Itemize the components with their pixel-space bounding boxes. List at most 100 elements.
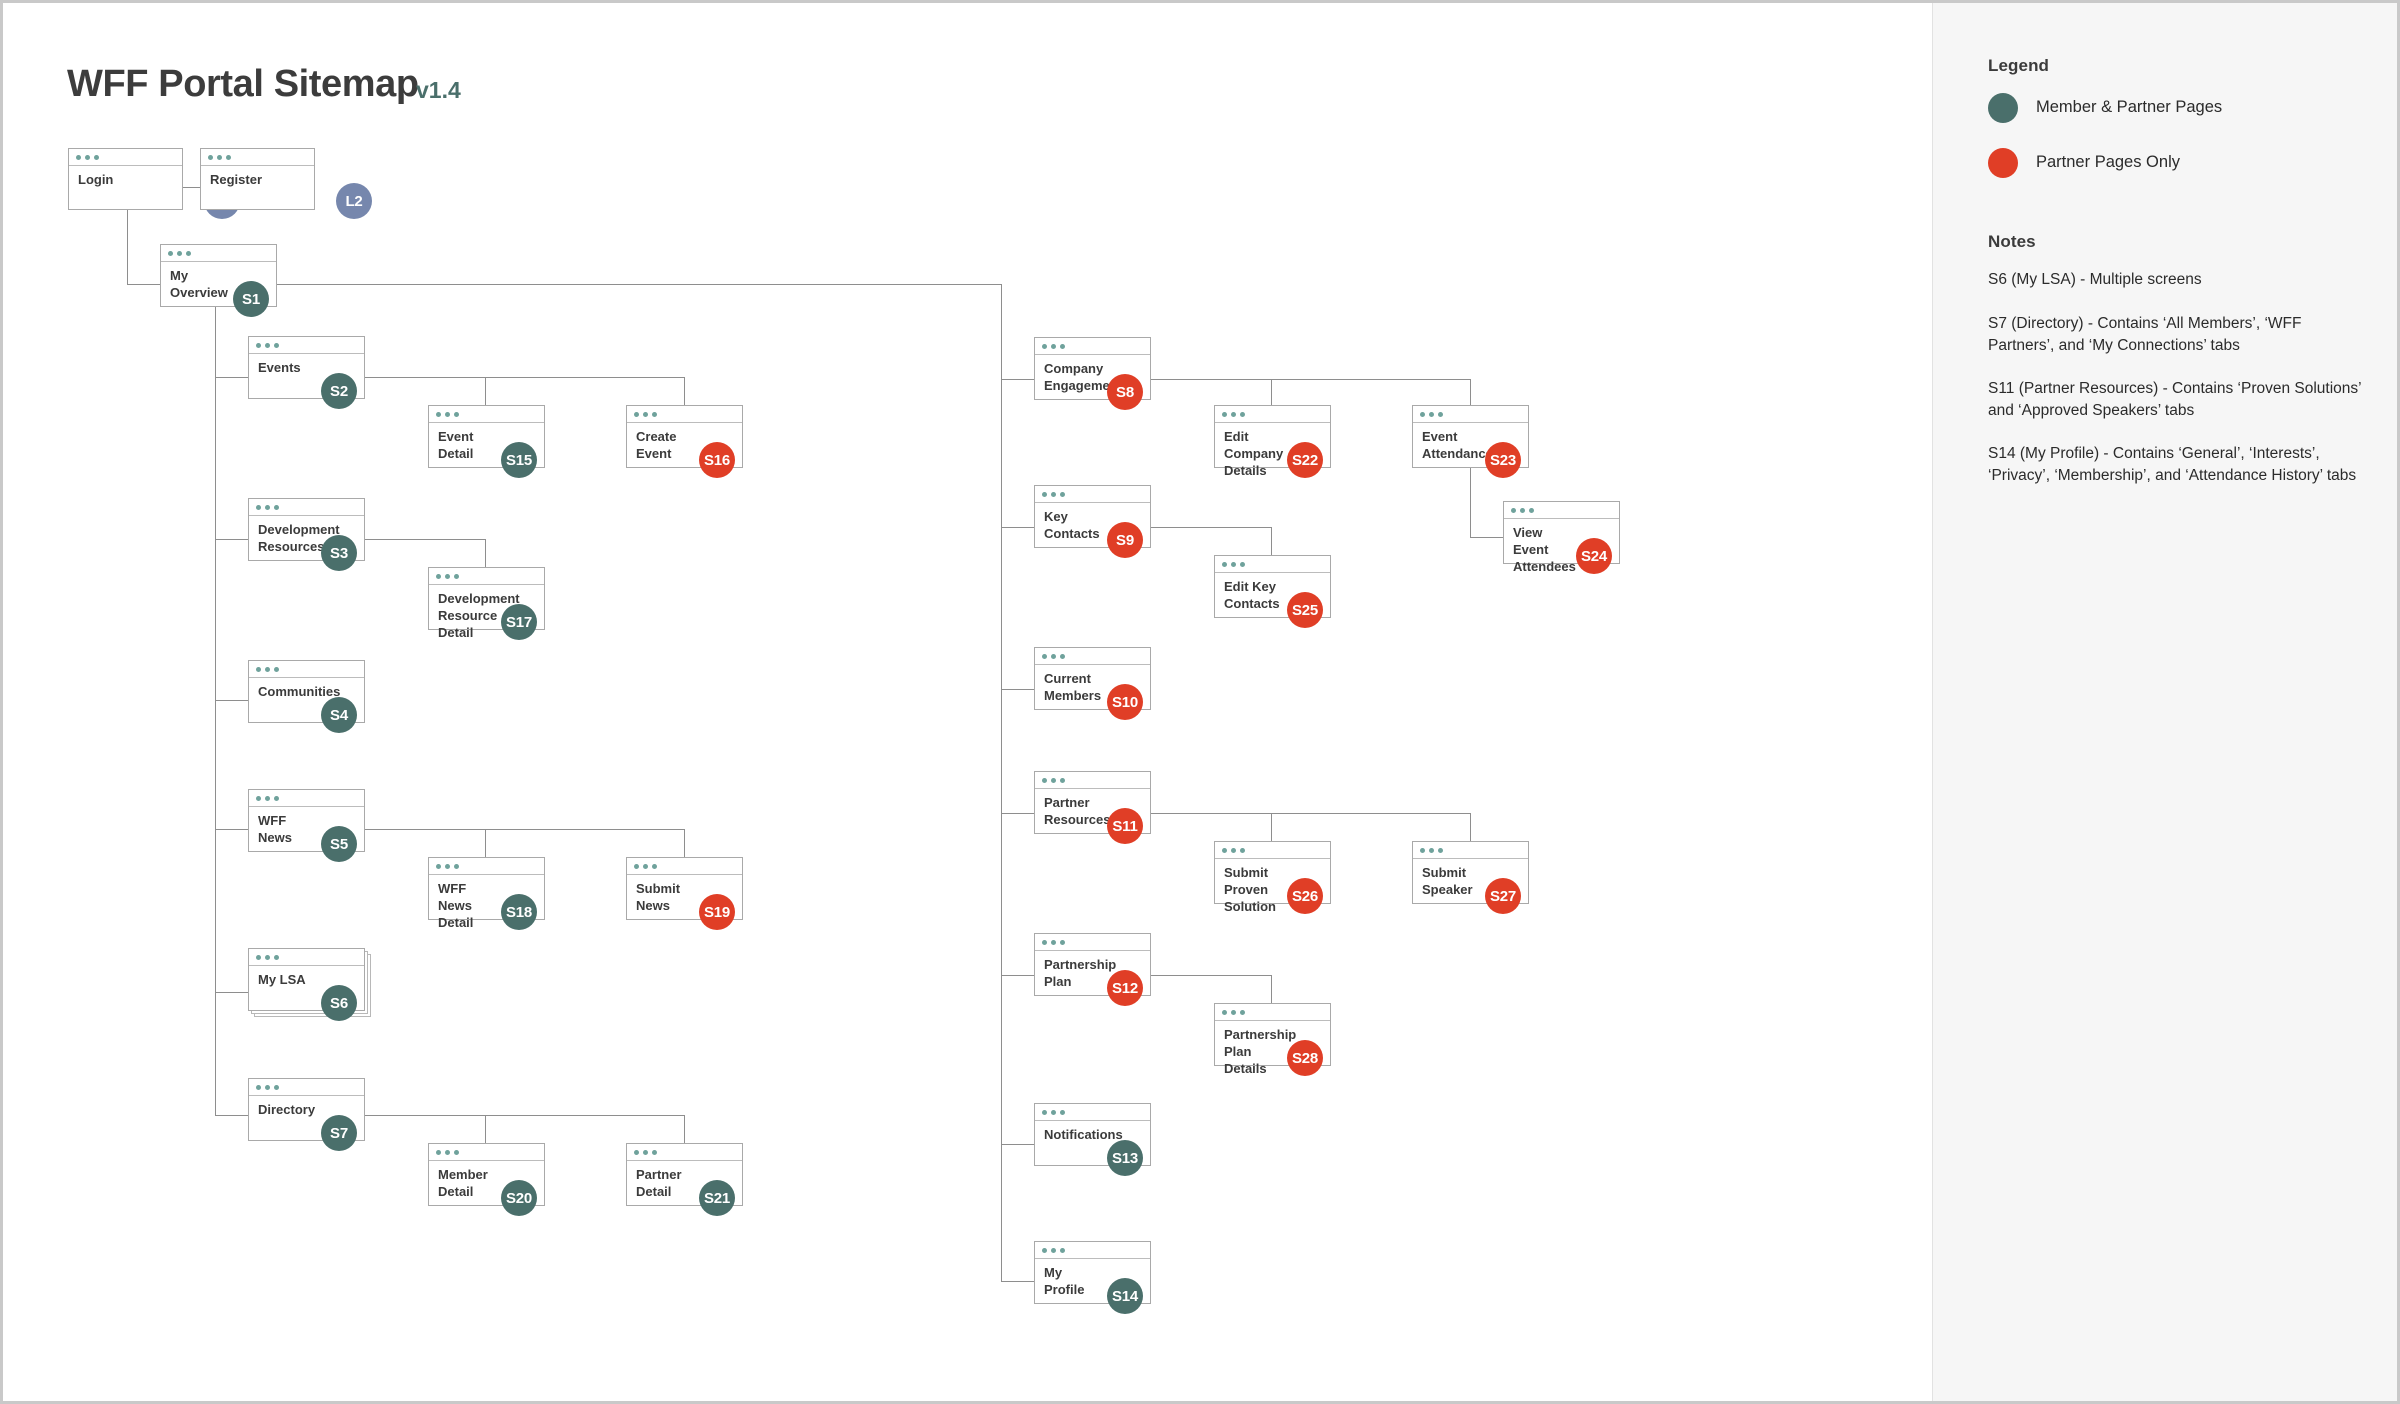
node-card-event-attendance[interactable]: Event Attendance S23 bbox=[1412, 405, 1529, 478]
node-badge: S5 bbox=[321, 826, 357, 862]
connector bbox=[1151, 975, 1272, 976]
node-badge: S22 bbox=[1287, 442, 1323, 478]
window-dots-icon bbox=[1042, 778, 1065, 783]
page-title: WFF Portal Sitemap bbox=[67, 63, 419, 105]
connector bbox=[215, 992, 248, 993]
node-badge: S24 bbox=[1576, 538, 1612, 574]
node-card-member-detail[interactable]: Member Detail S20 bbox=[428, 1143, 545, 1216]
node-card-development-resources[interactable]: Development Resources S3 bbox=[248, 498, 365, 571]
connector bbox=[277, 284, 1001, 285]
node-card-submit-news[interactable]: Submit News S19 bbox=[626, 857, 743, 930]
connector bbox=[1271, 379, 1272, 407]
card-titlebar bbox=[249, 661, 364, 678]
card-titlebar bbox=[1035, 1242, 1150, 1259]
node-card-communities[interactable]: Communities S4 bbox=[248, 660, 365, 733]
node-card-wff-news[interactable]: WFF News S5 bbox=[248, 789, 365, 862]
connector bbox=[215, 1115, 248, 1116]
node-label: WFF News bbox=[258, 813, 292, 846]
node-card-key-contacts[interactable]: Key Contacts S9 bbox=[1034, 485, 1151, 558]
node-card-directory[interactable]: Directory S7 bbox=[248, 1078, 365, 1151]
node-card-company-engagement[interactable]: Company Engagement S8 bbox=[1034, 337, 1151, 410]
node-badge: S28 bbox=[1287, 1040, 1323, 1076]
node-card-edit-key-contacts[interactable]: Edit Key Contacts S25 bbox=[1214, 555, 1331, 628]
card-titlebar bbox=[161, 245, 276, 262]
card-titlebar bbox=[1215, 1004, 1330, 1021]
node-badge: S16 bbox=[699, 442, 735, 478]
card-titlebar bbox=[1035, 486, 1150, 503]
card-titlebar bbox=[249, 337, 364, 354]
connector bbox=[1271, 975, 1272, 1003]
node-badge: S26 bbox=[1287, 878, 1323, 914]
node-label: Register bbox=[210, 172, 263, 187]
node-label: Partnership Plan bbox=[1044, 957, 1117, 990]
node-card-edit-company-details[interactable]: Edit Company Details S22 bbox=[1214, 405, 1331, 478]
node-badge: S6 bbox=[321, 985, 357, 1021]
connector bbox=[1151, 527, 1272, 528]
node-card-login[interactable]: Login L1 bbox=[68, 148, 240, 219]
card-titlebar bbox=[1035, 934, 1150, 951]
node-badge: S2 bbox=[321, 373, 357, 409]
node-card-partner-resources[interactable]: Partner Resources S11 bbox=[1034, 771, 1151, 844]
card-titlebar bbox=[627, 858, 742, 875]
window-dots-icon bbox=[436, 864, 459, 869]
node-badge: S10 bbox=[1107, 684, 1143, 720]
node-card-submit-speaker[interactable]: Submit Speaker S27 bbox=[1412, 841, 1529, 914]
card-titlebar bbox=[1035, 648, 1150, 665]
node-badge: S18 bbox=[501, 894, 537, 930]
node-card-wff-news-detail[interactable]: WFF News Detail S18 bbox=[428, 857, 545, 930]
node-card-my-overview[interactable]: My Overview S1 bbox=[160, 244, 277, 317]
node-card-partner-detail[interactable]: Partner Detail S21 bbox=[626, 1143, 743, 1216]
node-badge: S12 bbox=[1107, 970, 1143, 1006]
window-dots-icon bbox=[1420, 848, 1443, 853]
node-card-development-resource-detail[interactable]: Development Resource Detail S17 bbox=[428, 567, 545, 640]
node-card-events[interactable]: Events S2 bbox=[248, 336, 365, 409]
card-titlebar bbox=[429, 858, 544, 875]
node-card-current-members[interactable]: Current Members S10 bbox=[1034, 647, 1151, 720]
node-card-create-event[interactable]: Create Event S16 bbox=[626, 405, 743, 478]
red-dot-icon bbox=[1988, 148, 2018, 178]
node-label: Events bbox=[258, 360, 301, 375]
connector bbox=[1470, 379, 1471, 407]
connector bbox=[1001, 813, 1034, 814]
node-card-submit-proven-solution[interactable]: Submit Proven Solution S26 bbox=[1214, 841, 1331, 914]
connector bbox=[215, 377, 248, 378]
connector bbox=[183, 187, 200, 188]
window-dots-icon bbox=[436, 412, 459, 417]
node-card-register[interactable]: Register L2 bbox=[200, 148, 372, 219]
node-label: My Overview bbox=[170, 268, 228, 301]
window-dots-icon bbox=[1042, 344, 1065, 349]
connector bbox=[1001, 379, 1034, 380]
node-card-my-lsa[interactable]: My LSA S6 bbox=[248, 948, 365, 1021]
connector bbox=[1271, 527, 1272, 555]
node-label: View Event Attendees bbox=[1513, 525, 1576, 575]
node-card-partnership-plan-details[interactable]: Partnership Plan Details S28 bbox=[1214, 1003, 1331, 1076]
connector bbox=[1151, 813, 1471, 814]
connector bbox=[215, 700, 248, 701]
window-dots-icon bbox=[1222, 562, 1245, 567]
node-badge: S20 bbox=[501, 1180, 537, 1216]
node-label: Company Engagement bbox=[1044, 361, 1123, 394]
node-label: Current Members bbox=[1044, 671, 1102, 704]
window-dots-icon bbox=[1222, 1010, 1245, 1015]
card-titlebar bbox=[1035, 772, 1150, 789]
connector bbox=[215, 829, 248, 830]
node-card-my-profile[interactable]: My Profile S14 bbox=[1034, 1241, 1151, 1314]
window-dots-icon bbox=[256, 955, 279, 960]
node-card-view-event-attendees[interactable]: View Event Attendees S24 bbox=[1503, 501, 1620, 574]
connector bbox=[127, 284, 160, 285]
node-label: Create Event bbox=[636, 429, 677, 462]
node-card-notifications[interactable]: Notifications S13 bbox=[1034, 1103, 1151, 1176]
node-badge: S9 bbox=[1107, 522, 1143, 558]
node-label: Event Attendance bbox=[1422, 429, 1493, 462]
connector bbox=[1001, 527, 1034, 528]
window-dots-icon bbox=[436, 1150, 459, 1155]
node-label: Development Resource Detail bbox=[438, 591, 520, 641]
node-card-event-detail[interactable]: Event Detail S15 bbox=[428, 405, 545, 478]
node-badge: S7 bbox=[321, 1115, 357, 1151]
node-badge: S17 bbox=[501, 604, 537, 640]
connector bbox=[1470, 537, 1503, 538]
connector bbox=[1470, 813, 1471, 841]
window-dots-icon bbox=[168, 251, 191, 256]
note-item: S6 (My LSA) - Multiple screens bbox=[1988, 271, 2202, 288]
node-card-partnership-plan[interactable]: Partnership Plan S12 bbox=[1034, 933, 1151, 1006]
